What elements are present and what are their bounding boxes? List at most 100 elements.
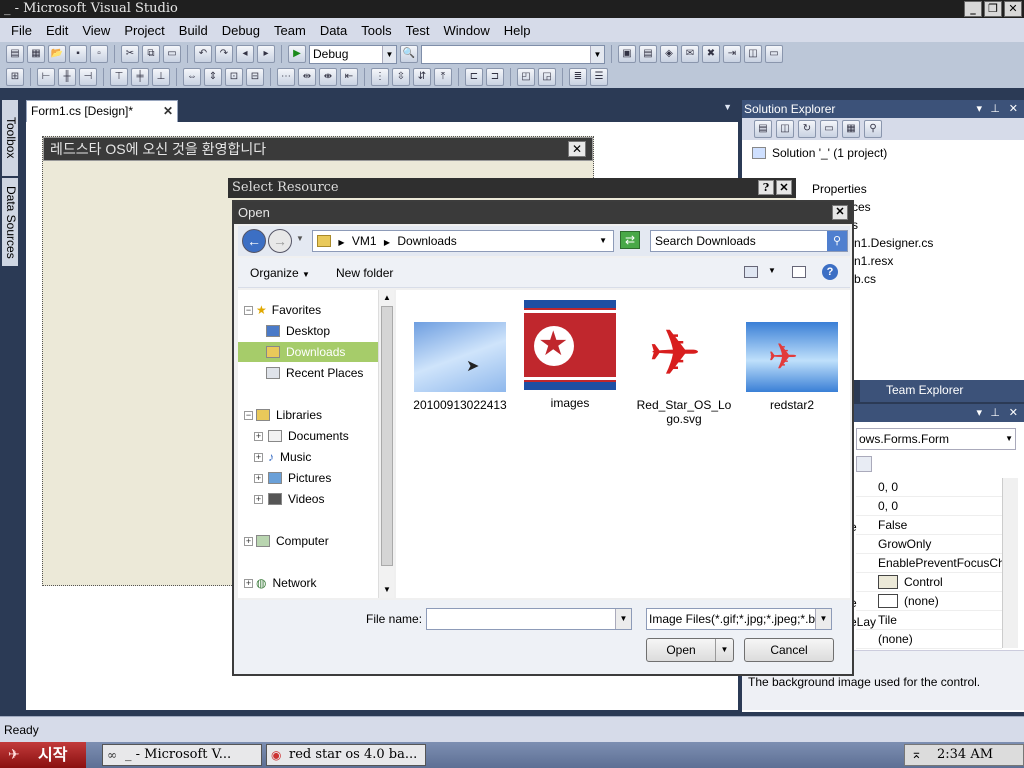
align-to-grid-icon[interactable]: ⊞ <box>6 68 24 86</box>
solution-explorer-icon[interactable]: ▣ <box>618 45 636 63</box>
tab-order-icon[interactable]: ≣ <box>569 68 587 86</box>
close-icon[interactable]: ✕ <box>163 101 173 121</box>
clock[interactable]: 2:34 AM <box>937 745 993 765</box>
scroll-down-icon[interactable]: ▼ <box>381 584 393 596</box>
file-item[interactable]: ★ images <box>514 300 626 410</box>
object-browser-icon[interactable]: ◈ <box>660 45 678 63</box>
view-code-icon[interactable]: ▭ <box>820 120 838 138</box>
object-selector[interactable]: ows.Forms.Form ▼ <box>856 428 1016 450</box>
show-all-files-icon[interactable]: ◫ <box>776 120 794 138</box>
restore-button[interactable]: ❐ <box>984 1 1002 17</box>
property-value-backcolor[interactable]: Control <box>856 573 1002 592</box>
close-icon[interactable]: ✕ <box>832 205 848 220</box>
property-value[interactable]: GrowOnly <box>856 535 1002 554</box>
chevron-down-icon[interactable]: ▼ <box>768 266 776 275</box>
chevron-down-icon[interactable]: ▼ <box>599 231 607 251</box>
breadcrumb-vm1[interactable]: VM1 <box>352 234 377 248</box>
horizontal-spacing-equal-icon[interactable]: ⋯ <box>277 68 295 86</box>
property-value[interactable]: (none) <box>856 630 1002 649</box>
minimize-button[interactable]: _ <box>964 1 982 17</box>
open-button[interactable]: Open ▼ <box>646 638 734 662</box>
tree-item-cs-file[interactable]: b.cs <box>854 270 876 288</box>
property-grid-scrollbar[interactable] <box>1002 478 1018 648</box>
property-value[interactable]: 0, 0 <box>856 478 1002 497</box>
properties-window-icon[interactable]: ▤ <box>639 45 657 63</box>
vertical-spacing-equal-icon[interactable]: ⋮ <box>371 68 389 86</box>
menu-window[interactable]: Window <box>436 23 496 38</box>
help-icon[interactable]: ? <box>758 180 774 195</box>
save-all-icon[interactable]: ▫ <box>90 45 108 63</box>
align-tops-icon[interactable]: ⊤ <box>110 68 128 86</box>
file-item[interactable]: ➤ 20100913022413 <box>404 300 516 412</box>
taskbar-item-visual-studio[interactable]: ∞ _ - Microsoft V... <box>102 744 262 766</box>
start-button[interactable]: ✈ 시작 <box>0 742 86 768</box>
property-value[interactable]: Tile <box>856 611 1002 630</box>
search-input[interactable]: Search Downloads ⚲ <box>650 230 848 252</box>
tray-expand-icon[interactable]: ⌅ <box>911 745 922 765</box>
tree-item[interactable]: ces <box>852 198 871 216</box>
find-in-files-icon[interactable]: 🔍 <box>400 45 418 63</box>
toolbox-icon[interactable]: ✉ <box>681 45 699 63</box>
pin-icon[interactable]: ⊥ <box>990 404 1000 422</box>
align-centers-icon[interactable]: ╫ <box>58 68 76 86</box>
property-pages-icon[interactable] <box>856 456 872 472</box>
menu-team[interactable]: Team <box>267 23 313 38</box>
tree-item-designer-file[interactable]: n1.Designer.cs <box>854 234 933 252</box>
scroll-thumb[interactable] <box>381 306 393 566</box>
navigate-back-icon[interactable]: ◂ <box>236 45 254 63</box>
search-icon[interactable]: ⚲ <box>827 231 847 251</box>
make-same-size-icon[interactable]: ⊡ <box>225 68 243 86</box>
nav-downloads[interactable]: Downloads <box>238 342 378 362</box>
menu-help[interactable]: Help <box>497 23 538 38</box>
file-name-input[interactable]: ▼ <box>426 608 632 630</box>
help-icon[interactable]: ? <box>822 264 838 280</box>
address-bar[interactable]: ▶ VM1 ▶ Downloads ▼ <box>312 230 614 252</box>
menu-edit[interactable]: Edit <box>39 23 75 38</box>
class-diagram-icon[interactable]: ⚲ <box>864 120 882 138</box>
close-button[interactable]: ✕ <box>1004 1 1022 17</box>
menu-debug[interactable]: Debug <box>215 23 267 38</box>
make-same-width-icon[interactable]: ⇔ <box>183 68 201 86</box>
toolbox-tab[interactable]: Toolbox <box>2 100 18 176</box>
open-file-icon[interactable]: 📂 <box>48 45 66 63</box>
paste-icon[interactable]: ▭ <box>163 45 181 63</box>
property-value[interactable]: 0, 0 <box>856 497 1002 516</box>
expand-icon[interactable]: + <box>254 495 263 504</box>
copy-icon[interactable]: ⧉ <box>142 45 160 63</box>
back-arrow-icon[interactable]: ← <box>242 229 266 253</box>
menu-test[interactable]: Test <box>399 23 437 38</box>
file-type-filter-select[interactable]: Image Files(*.gif;*.jpg;*.jpeg;*.b ▼ <box>646 608 832 630</box>
menu-tools[interactable]: Tools <box>354 23 398 38</box>
refresh-icon[interactable]: ↻ <box>798 120 816 138</box>
property-value[interactable]: EnablePreventFocusCh <box>856 554 1002 573</box>
add-item-icon[interactable]: ▦ <box>27 45 45 63</box>
dropdown-icon[interactable]: ▾ <box>976 100 982 118</box>
expand-icon[interactable]: + <box>254 453 263 462</box>
menu-view[interactable]: View <box>75 23 117 38</box>
file-item[interactable]: ✈ redstar2 <box>736 300 848 412</box>
nav-desktop[interactable]: Desktop <box>266 321 330 341</box>
nav-documents[interactable]: Documents <box>268 426 349 446</box>
tree-item-resx-file[interactable]: n1.resx <box>854 252 893 270</box>
cut-icon[interactable]: ✂ <box>121 45 139 63</box>
view-designer-icon[interactable]: ▦ <box>842 120 860 138</box>
properties-icon[interactable]: ▤ <box>754 120 772 138</box>
horizontal-spacing-remove-icon[interactable]: ⇤ <box>340 68 358 86</box>
extension-manager-icon[interactable]: ◫ <box>744 45 762 63</box>
menu-build[interactable]: Build <box>172 23 215 38</box>
menu-file[interactable]: File <box>4 23 39 38</box>
breadcrumb-downloads[interactable]: Downloads <box>397 234 456 248</box>
expand-icon[interactable]: + <box>254 474 263 483</box>
nav-pictures[interactable]: Pictures <box>268 468 331 488</box>
dropdown-icon[interactable]: ▾ <box>976 404 982 422</box>
vertical-spacing-remove-icon[interactable]: ⤒ <box>434 68 452 86</box>
expand-icon[interactable]: + <box>244 579 253 588</box>
close-icon[interactable]: ✕ <box>1009 100 1018 118</box>
expand-icon[interactable]: + <box>244 537 253 546</box>
center-vertically-icon[interactable]: ⊐ <box>486 68 504 86</box>
lock-controls-icon[interactable]: ☰ <box>590 68 608 86</box>
align-rights-icon[interactable]: ⊣ <box>79 68 97 86</box>
solution-configuration-select[interactable]: Debug ▼ <box>309 44 397 64</box>
file-item[interactable]: ✈ Red_Star_OS_Logo.svg <box>628 300 740 426</box>
nav-recent-places[interactable]: Recent Places <box>266 363 363 383</box>
